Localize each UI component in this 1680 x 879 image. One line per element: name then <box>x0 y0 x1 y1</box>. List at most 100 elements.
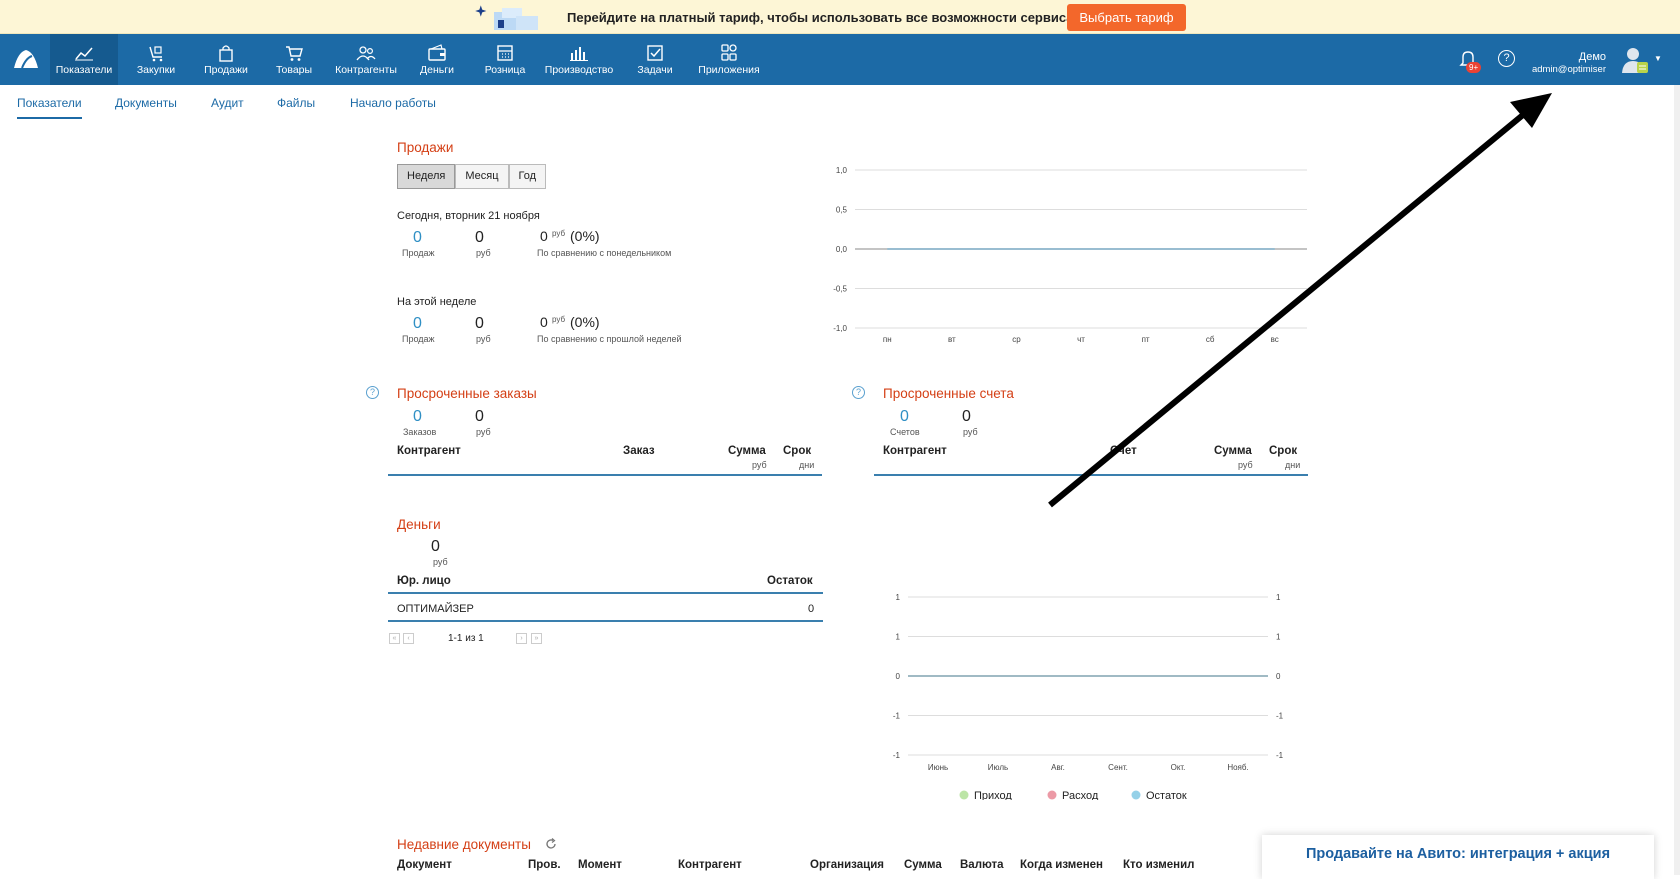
overdue-orders-title: Просроченные заказы <box>397 386 537 401</box>
nav-item-apps[interactable]: Приложения <box>696 34 762 85</box>
legend-label: Остаток <box>1146 790 1187 800</box>
today-compare-label: По сравнению с понедельником <box>537 248 672 258</box>
nav-item-production[interactable]: Производство <box>542 34 616 85</box>
column-header[interactable]: Срок <box>783 445 811 457</box>
today-compare-value: 0 <box>540 228 548 244</box>
overdue-orders-sum: 0 <box>475 408 484 425</box>
column-header[interactable]: Когда изменен <box>1020 859 1103 871</box>
week-compare-unit: руб <box>552 315 566 324</box>
nav-item-label: Контрагенты <box>335 64 397 76</box>
help-icon[interactable]: ? <box>366 386 379 399</box>
tab-indicators[interactable]: Показатели <box>17 96 82 119</box>
today-sales-sum: 0 <box>475 229 484 246</box>
column-header[interactable]: Сумма <box>728 445 766 457</box>
x-tick-label: пн <box>883 335 892 344</box>
choose-tariff-button[interactable]: Выбрать тариф <box>1067 4 1186 31</box>
nav-item-purchases[interactable]: Закупки <box>126 34 186 85</box>
nav-item-label: Продажи <box>204 64 248 76</box>
nav-item-label: Показатели <box>55 64 113 76</box>
week-compare-percent: (0%) <box>570 314 600 330</box>
nav-item-label: Розница <box>484 64 526 76</box>
chevron-down-icon[interactable]: ▼ <box>1654 54 1662 63</box>
overdue-orders-count-label: Заказов <box>403 427 437 437</box>
today-sales-sum-label: руб <box>476 248 491 258</box>
recent-docs-title: Недавние документы <box>397 837 531 852</box>
y-tick-label-right: -1 <box>1276 751 1284 760</box>
column-header[interactable]: Остаток <box>767 575 813 587</box>
y-tick-label: -0,5 <box>833 285 847 294</box>
nav-item-label: Товары <box>275 64 313 76</box>
nav-item-sales[interactable]: Продажи <box>196 34 256 85</box>
column-header[interactable]: Заказ <box>623 445 655 457</box>
column-header[interactable]: Валюта <box>960 859 1004 871</box>
column-header[interactable]: Контрагент <box>883 445 947 457</box>
week-sales-count-label: Продаж <box>402 334 435 344</box>
nav-item-money[interactable]: Деньги <box>407 34 467 85</box>
nav-item-tasks[interactable]: Задачи <box>624 34 686 85</box>
y-tick-label-left: 1 <box>896 593 901 602</box>
prev-page-icon[interactable]: ‹ <box>403 633 414 644</box>
today-compare-unit: руб <box>552 229 566 238</box>
avito-promo-banner[interactable]: Продавайте на Авито: интеграция + акция <box>1262 835 1654 879</box>
wallet-icon <box>428 44 446 61</box>
table-divider <box>388 474 822 476</box>
period-month-button[interactable]: Месяц <box>455 164 509 189</box>
apps-icon <box>721 44 737 61</box>
column-subheader: руб <box>752 460 767 470</box>
tab-files[interactable]: Файлы <box>277 96 315 110</box>
last-page-icon[interactable]: » <box>531 633 542 644</box>
week-sales-count[interactable]: 0 <box>413 315 422 333</box>
x-tick-label: вт <box>948 335 956 344</box>
today-sales-count[interactable]: 0 <box>413 229 422 247</box>
money-row-balance: 0 <box>808 603 815 615</box>
money-total-label: руб <box>433 557 448 567</box>
column-header[interactable]: Пров. <box>528 859 561 871</box>
overdue-invoices-count[interactable]: 0 <box>900 408 909 426</box>
nav-item-label: Задачи <box>637 64 673 76</box>
user-name[interactable]: Демо <box>1500 51 1606 63</box>
y-tick-label: 0,0 <box>836 245 848 254</box>
next-page-icon[interactable]: › <box>516 633 527 644</box>
cart-icon <box>286 46 303 61</box>
column-header[interactable]: Контрагент <box>678 859 742 871</box>
register-icon <box>497 45 513 61</box>
week-compare-value: 0 <box>540 314 548 330</box>
first-page-icon[interactable]: « <box>389 633 400 644</box>
avatar[interactable] <box>1620 45 1650 75</box>
tab-audit[interactable]: Аудит <box>211 96 244 110</box>
money-chart: 1 1 1 1 0 0 -1 -1 -1 -1 Июнь Июль Авг. Сент. Окт. Нояб.… <box>893 593 1284 800</box>
week-sales-sum: 0 <box>475 315 484 332</box>
help-icon[interactable]: ? <box>852 386 865 399</box>
period-week-button[interactable]: Неделя <box>397 164 456 189</box>
overdue-orders-sum-label: руб <box>476 427 491 437</box>
user-email[interactable]: admin@optimiser <box>1500 64 1606 75</box>
period-year-button[interactable]: Год <box>508 164 547 189</box>
logo-icon[interactable] <box>12 46 40 72</box>
nav-item-label: Приложения <box>698 64 760 76</box>
y-tick-label-left: -1 <box>893 751 901 760</box>
overdue-orders-count[interactable]: 0 <box>413 408 422 426</box>
nav-item-retail[interactable]: Розница <box>475 34 535 85</box>
column-header[interactable]: Момент <box>578 859 622 871</box>
scrollbar[interactable] <box>1674 85 1680 875</box>
column-header[interactable]: Документ <box>397 859 452 871</box>
tab-getting-started[interactable]: Начало работы <box>350 96 436 110</box>
nav-item-goods[interactable]: Товары <box>264 34 324 85</box>
refresh-icon[interactable] <box>545 838 557 850</box>
column-header[interactable]: Кто изменил <box>1123 859 1194 871</box>
legend-swatch <box>1047 790 1057 800</box>
y-tick-label: 0,5 <box>836 206 848 215</box>
column-header[interactable]: Юр. лицо <box>397 575 451 587</box>
nav-item-indicators[interactable]: Показатели <box>50 34 118 85</box>
top-navigation: Показатели Закупки Продажи Товары Контра… <box>0 34 1680 85</box>
sales-title: Продажи <box>397 140 454 155</box>
column-header[interactable]: Контрагент <box>397 445 461 457</box>
chart-icon <box>75 47 93 61</box>
nav-item-counterparties[interactable]: Контрагенты <box>334 34 398 85</box>
y-tick-label: 1,0 <box>836 166 848 175</box>
column-header[interactable]: Организация <box>810 859 884 871</box>
tab-documents[interactable]: Документы <box>115 96 177 110</box>
column-header[interactable]: Сумма <box>904 859 942 871</box>
money-row-name[interactable]: ОПТИМАЙЗЕР <box>397 603 474 615</box>
nav-item-label: Закупки <box>136 64 176 76</box>
